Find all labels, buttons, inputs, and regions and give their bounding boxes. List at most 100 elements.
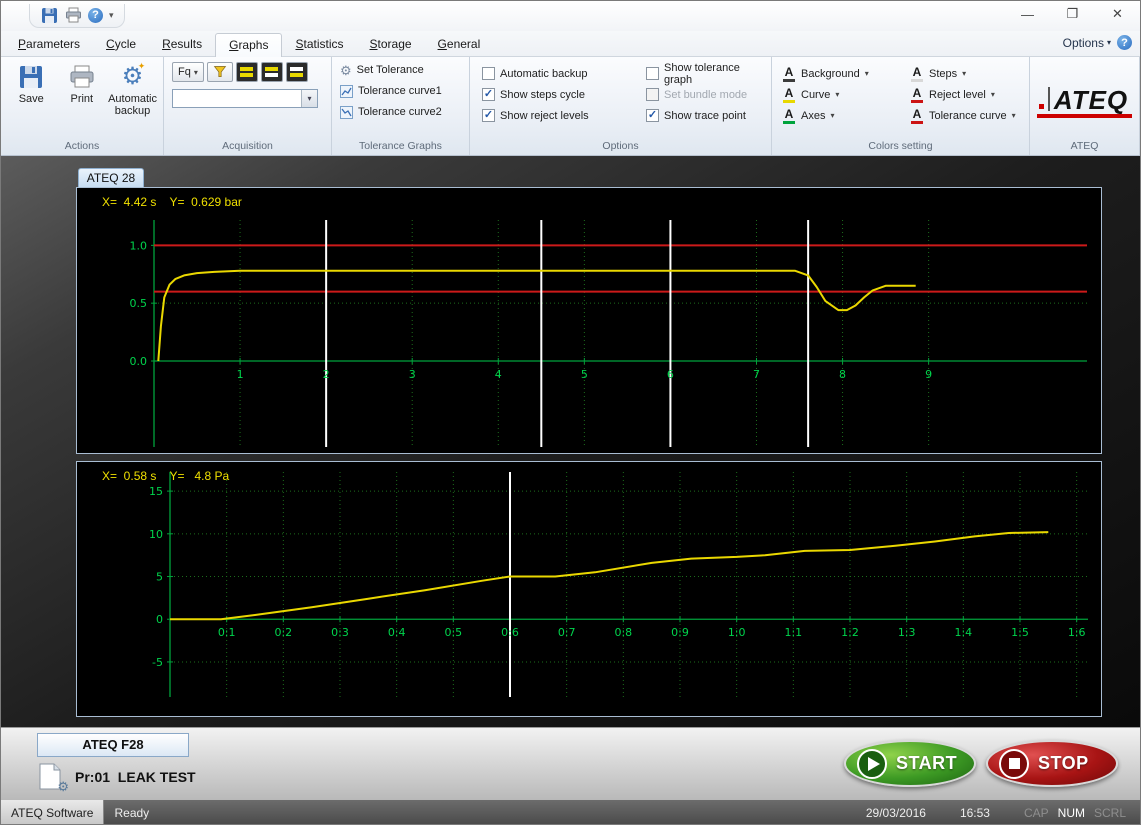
svg-text:0:7: 0:7 [558, 626, 576, 639]
tab-statistics[interactable]: Statistics [282, 33, 356, 56]
color-steps-dropdown[interactable]: A Steps ▾ [910, 63, 1019, 84]
color-axes-dropdown[interactable]: A Axes ▾ [782, 105, 900, 126]
print-button[interactable]: Print [58, 61, 107, 140]
group-label-ateq: ATEQ [1030, 140, 1139, 155]
save-button[interactable]: Save [7, 61, 56, 140]
svg-text:0:4: 0:4 [388, 626, 406, 639]
font-color-icon: A [910, 87, 924, 103]
minimize-button[interactable]: — [1005, 1, 1050, 27]
ribbon-group-tolerance-graphs: ⚙ Set Tolerance Tolerance curve1 Toleran… [332, 57, 470, 155]
checkbox-automatic-backup[interactable]: Automatic backup [482, 63, 634, 84]
svg-text:0:6: 0:6 [501, 626, 519, 639]
document-tab-ateq28[interactable]: ATEQ 28 [78, 168, 144, 187]
tab-results[interactable]: Results [149, 33, 215, 56]
svg-text:1: 1 [237, 368, 244, 381]
statusbar-time: 16:53 [960, 806, 990, 820]
leak-chart[interactable]: 0:10:20:30:40:50:60:70:80:91:01:11:21:31… [77, 462, 1101, 716]
font-color-icon: A [782, 87, 796, 103]
svg-text:1:1: 1:1 [784, 626, 802, 639]
checkbox-box[interactable] [646, 67, 659, 80]
group-label-tolerance-graphs: Tolerance Graphs [332, 140, 469, 155]
title-bar: ? ▾ — ❐ ✕ [1, 1, 1140, 31]
tolerance-curve1-button[interactable]: Tolerance curve1 [340, 82, 461, 100]
checkbox-box[interactable] [482, 88, 495, 101]
svg-text:0: 0 [156, 613, 163, 626]
pressure-chart[interactable]: 1234567890.00.51.0 [77, 188, 1101, 453]
help-icon[interactable]: ? [88, 8, 103, 23]
svg-text:15: 15 [149, 485, 163, 498]
automatic-backup-button[interactable]: ⚙✦ Automatic backup [108, 61, 157, 140]
group-label-actions: Actions [1, 140, 163, 155]
svg-text:0:2: 0:2 [274, 626, 292, 639]
leak-chart-panel[interactable]: 0:10:20:30:40:50:60:70:80:91:01:11:21:31… [76, 461, 1102, 717]
color-tolerance-curve-dropdown[interactable]: A Tolerance curve ▾ [910, 105, 1019, 126]
pressure-chart-panel[interactable]: 1234567890.00.51.0 X= 4.42 s Y= 0.629 ba… [76, 187, 1102, 454]
svg-text:9: 9 [925, 368, 932, 381]
color-curve-dropdown[interactable]: A Curve ▾ [782, 84, 900, 105]
svg-text:8: 8 [839, 368, 846, 381]
gear-icon: ⚙✦ [119, 63, 147, 91]
tab-graphs[interactable]: Graphs [215, 33, 282, 57]
checkbox-box[interactable] [482, 67, 495, 80]
checkbox-box[interactable] [646, 109, 659, 122]
footer-bar: ATEQ F28 ⚙ Pr:01 LEAK TEST START STOP [1, 727, 1140, 800]
chevron-down-icon: ▾ [865, 69, 869, 78]
layout-split-top-button[interactable] [261, 62, 283, 82]
color-reject-level-dropdown[interactable]: A Reject level ▾ [910, 84, 1019, 105]
set-tolerance-button[interactable]: ⚙ Set Tolerance [340, 61, 461, 79]
chevron-down-icon: ▾ [835, 90, 839, 99]
fq-button[interactable]: Fq ▾ [172, 62, 204, 82]
chevron-down-icon: ▾ [1107, 38, 1111, 47]
svg-text:2: 2 [323, 368, 330, 381]
layout-split-bottom-button[interactable] [286, 62, 308, 82]
tab-cycle[interactable]: Cycle [93, 33, 149, 56]
tolerance-curve2-button[interactable]: Tolerance curve2 [340, 103, 461, 121]
filter-button[interactable] [207, 62, 233, 82]
stop-icon [999, 749, 1029, 779]
svg-text:5: 5 [581, 368, 588, 381]
svg-text:3: 3 [409, 368, 416, 381]
svg-text:10: 10 [149, 528, 163, 541]
start-button[interactable]: START [844, 740, 976, 787]
save-icon[interactable] [40, 6, 58, 24]
layout-single-button[interactable] [236, 62, 258, 82]
chevron-down-icon[interactable]: ▾ [301, 90, 317, 107]
checkbox-show-reject-levels[interactable]: Show reject levels [482, 105, 634, 126]
ribbon-group-options: Automatic backup Show steps cycle Show r… [470, 57, 772, 155]
svg-text:7: 7 [753, 368, 760, 381]
ribbon-help-icon[interactable]: ? [1117, 35, 1132, 50]
maximize-button[interactable]: ❐ [1050, 1, 1095, 27]
color-background-dropdown[interactable]: A Background ▾ [782, 63, 900, 84]
funnel-icon [213, 65, 227, 79]
group-label-colors-setting: Colors setting [772, 140, 1029, 155]
stop-button[interactable]: STOP [986, 740, 1118, 787]
statusbar-status: Ready [104, 806, 149, 820]
svg-text:1:6: 1:6 [1068, 626, 1086, 639]
font-color-icon: A [910, 108, 924, 124]
qat-customize-caret[interactable]: ▾ [109, 10, 114, 21]
checkbox-show-steps-cycle[interactable]: Show steps cycle [482, 84, 634, 105]
num-lock-indicator: NUM [1058, 806, 1085, 820]
options-menu[interactable]: Options ▾ [1063, 36, 1111, 50]
print-icon[interactable] [64, 6, 82, 24]
ateq-logo: ATEQ [1037, 87, 1132, 118]
device-name-box[interactable]: ATEQ F28 [37, 733, 189, 757]
tab-general[interactable]: General [425, 33, 494, 56]
pressure-cursor-readout: X= 4.42 s Y= 0.629 bar [102, 195, 242, 209]
svg-text:0:5: 0:5 [444, 626, 462, 639]
checkbox-show-tolerance-graph[interactable]: Show tolerance graph [646, 63, 759, 84]
chevron-down-icon: ▾ [991, 90, 995, 99]
svg-text:1:2: 1:2 [841, 626, 859, 639]
acquisition-combobox[interactable]: ▾ [172, 89, 318, 108]
checkbox-show-trace-point[interactable]: Show trace point [646, 105, 759, 126]
close-button[interactable]: ✕ [1095, 1, 1140, 27]
chart-icon [340, 106, 353, 119]
svg-text:0:1: 0:1 [218, 626, 236, 639]
program-settings-icon[interactable]: ⚙ [39, 763, 63, 791]
checkbox-box[interactable] [482, 109, 495, 122]
svg-text:1:5: 1:5 [1011, 626, 1029, 639]
workspace: ATEQ 28 1234567890.00.51.0 X= 4.42 s Y= … [1, 156, 1140, 727]
tab-parameters[interactable]: Parameters [5, 33, 93, 56]
tab-storage[interactable]: Storage [357, 33, 425, 56]
checkbox-box [646, 88, 659, 101]
